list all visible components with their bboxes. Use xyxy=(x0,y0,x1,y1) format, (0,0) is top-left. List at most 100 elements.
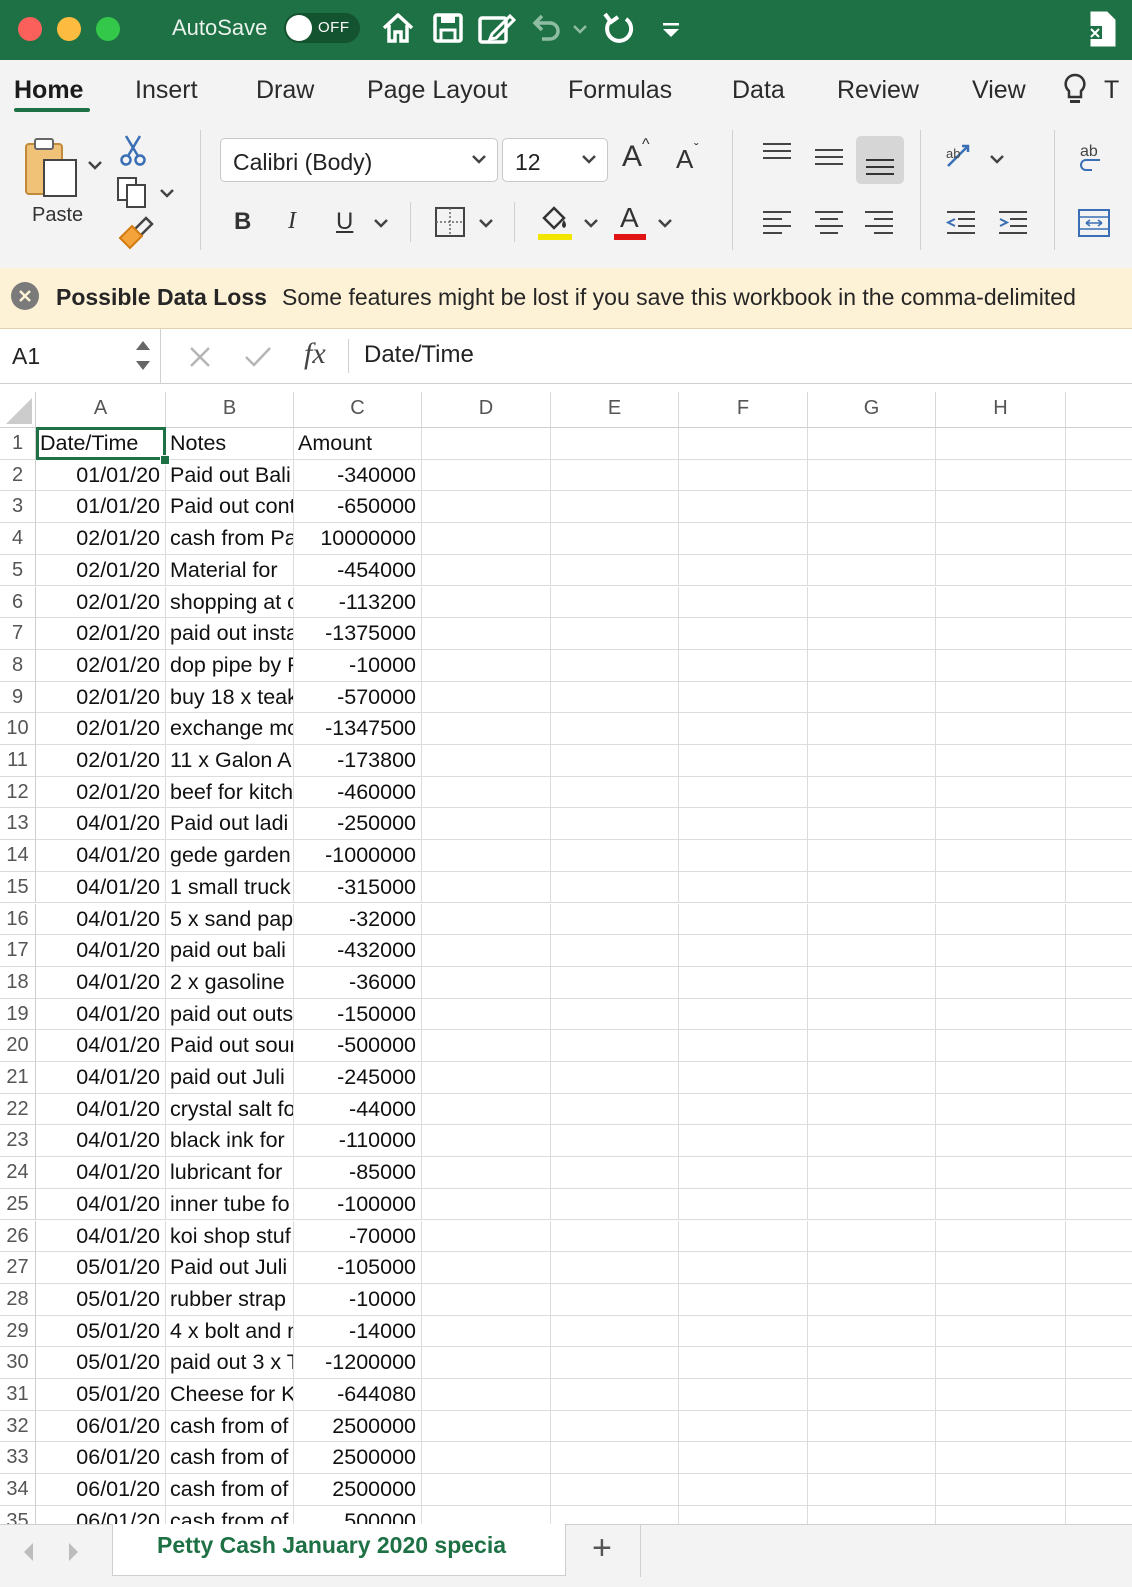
cell[interactable]: -1200000 xyxy=(294,1347,422,1379)
cell[interactable] xyxy=(551,1410,679,1443)
cell[interactable]: 2500000 xyxy=(294,1410,422,1443)
cell[interactable] xyxy=(1066,1442,1132,1475)
align-center-icon[interactable] xyxy=(812,206,846,240)
paste-icon[interactable] xyxy=(20,134,84,210)
cell[interactable] xyxy=(679,713,808,745)
row-header[interactable]: 16 xyxy=(0,903,36,936)
underline-button[interactable]: U xyxy=(336,208,353,236)
cell[interactable] xyxy=(422,808,551,841)
cell[interactable] xyxy=(551,1379,679,1411)
cell[interactable] xyxy=(551,1283,679,1316)
cut-icon[interactable] xyxy=(118,132,148,168)
row-header[interactable]: 25 xyxy=(0,1188,36,1221)
cell[interactable]: dop pipe by P xyxy=(166,649,294,682)
cell[interactable] xyxy=(551,428,679,460)
cell[interactable]: Cheese for K xyxy=(166,1379,294,1411)
confirm-entry-icon[interactable] xyxy=(242,343,274,371)
cell[interactable] xyxy=(936,1347,1066,1379)
cell[interactable]: -105000 xyxy=(294,1252,422,1284)
column-header-a[interactable]: A xyxy=(36,392,166,428)
cell[interactable] xyxy=(1066,428,1132,460)
cell[interactable] xyxy=(1066,1094,1132,1126)
cell[interactable]: 02/01/20 xyxy=(36,586,166,619)
merge-center-icon[interactable] xyxy=(1076,206,1112,240)
cell[interactable]: -85000 xyxy=(294,1157,422,1189)
cell[interactable]: 04/01/20 xyxy=(36,1125,166,1158)
cell[interactable]: cash from of xyxy=(166,1474,294,1506)
cell[interactable]: -454000 xyxy=(294,554,422,587)
cell[interactable] xyxy=(551,840,679,872)
cell[interactable]: paid out outs xyxy=(166,998,294,1031)
cell[interactable] xyxy=(422,428,551,460)
cell[interactable] xyxy=(679,1442,808,1475)
cell[interactable] xyxy=(808,491,936,524)
tab-tell-me[interactable]: T xyxy=(1104,76,1119,105)
cell[interactable] xyxy=(551,966,679,999)
cell[interactable] xyxy=(936,1157,1066,1189)
name-box-stepper-icon[interactable] xyxy=(132,335,154,375)
column-header-c[interactable]: C xyxy=(294,392,422,428)
row-header[interactable]: 34 xyxy=(0,1474,36,1506)
cell[interactable] xyxy=(936,459,1066,492)
cell[interactable] xyxy=(808,840,936,872)
cell[interactable] xyxy=(808,966,936,999)
cell[interactable]: 06/01/20 xyxy=(36,1410,166,1443)
cell[interactable] xyxy=(808,1252,936,1284)
cell[interactable]: 04/01/20 xyxy=(36,1030,166,1062)
cell[interactable] xyxy=(679,1157,808,1189)
cell[interactable] xyxy=(936,523,1066,555)
row-header[interactable]: 32 xyxy=(0,1410,36,1443)
cell[interactable]: 02/01/20 xyxy=(36,681,166,714)
cell[interactable] xyxy=(551,745,679,777)
cell[interactable] xyxy=(679,428,808,460)
cell[interactable] xyxy=(422,1062,551,1094)
cell[interactable]: 06/01/20 xyxy=(36,1442,166,1475)
cell[interactable] xyxy=(679,808,808,841)
cell[interactable]: 04/01/20 xyxy=(36,998,166,1031)
formula-input[interactable]: Date/Time xyxy=(364,341,474,369)
cell[interactable] xyxy=(1066,1125,1132,1158)
cell[interactable] xyxy=(679,935,808,967)
cell[interactable] xyxy=(679,1252,808,1284)
cell[interactable] xyxy=(1066,650,1132,682)
cell[interactable] xyxy=(551,808,679,841)
cell[interactable]: 04/01/20 xyxy=(36,1188,166,1221)
cell[interactable] xyxy=(679,1093,808,1126)
cell[interactable] xyxy=(1066,840,1132,872)
cell[interactable] xyxy=(422,871,551,904)
cell[interactable]: paid out insta xyxy=(166,618,294,650)
cell[interactable]: Paid out Juli xyxy=(166,1252,294,1284)
cell[interactable]: 05/01/20 xyxy=(36,1347,166,1379)
cell[interactable]: -36000 xyxy=(294,966,422,999)
row-header[interactable]: 3 xyxy=(0,491,36,524)
row-header[interactable]: 21 xyxy=(0,1062,36,1094)
cell[interactable] xyxy=(551,491,679,524)
cell[interactable] xyxy=(1066,1316,1132,1348)
cell[interactable] xyxy=(936,745,1066,777)
font-color-button[interactable]: A xyxy=(620,202,639,234)
cell[interactable] xyxy=(936,1030,1066,1062)
cell[interactable] xyxy=(422,1379,551,1411)
cell[interactable] xyxy=(679,1315,808,1348)
cell[interactable]: 11 x Galon A xyxy=(166,745,294,777)
cell[interactable] xyxy=(422,903,551,936)
cell[interactable]: 10000000 xyxy=(294,523,422,555)
cell[interactable] xyxy=(422,649,551,682)
cell[interactable] xyxy=(808,1315,936,1348)
decrease-font-size-button[interactable]: A xyxy=(676,144,693,175)
cell[interactable]: 05/01/20 xyxy=(36,1252,166,1284)
cell[interactable]: paid out bali xyxy=(166,935,294,967)
font-color-dropdown-chevron-icon[interactable] xyxy=(656,214,674,232)
cell[interactable] xyxy=(808,808,936,841)
cell[interactable] xyxy=(422,1252,551,1284)
cell[interactable] xyxy=(1066,999,1132,1031)
cell[interactable]: -315000 xyxy=(294,871,422,904)
cell[interactable]: -570000 xyxy=(294,681,422,714)
cell[interactable] xyxy=(422,459,551,492)
cell[interactable] xyxy=(936,1283,1066,1316)
cell[interactable] xyxy=(808,586,936,619)
column-header-d[interactable]: D xyxy=(422,392,551,428)
cell[interactable] xyxy=(422,554,551,587)
cell[interactable] xyxy=(422,1188,551,1221)
cell[interactable] xyxy=(936,554,1066,587)
